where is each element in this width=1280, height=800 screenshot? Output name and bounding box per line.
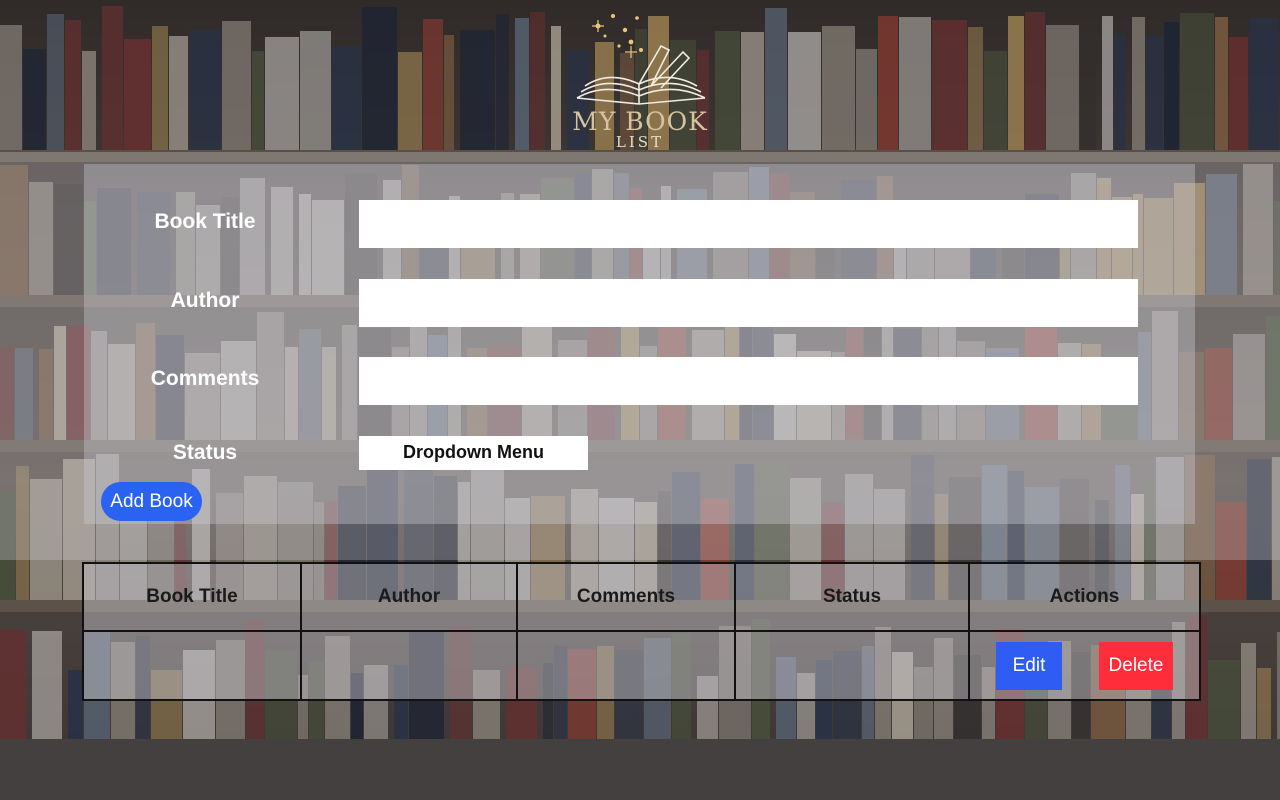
footer-bar — [0, 739, 1280, 800]
table-header-row: Book Title Author Comments Status Action… — [82, 562, 1201, 632]
status-dropdown[interactable]: Dropdown Menu — [359, 436, 588, 470]
book-title-input[interactable] — [359, 200, 1138, 248]
table-row: Edit Delete — [82, 630, 1201, 701]
author-label: Author — [170, 289, 240, 312]
cell-comments — [516, 630, 736, 701]
logo-title: MY BOOK — [572, 107, 708, 136]
comments-input[interactable] — [359, 357, 1138, 405]
cell-author — [300, 630, 518, 701]
status-label: Status — [172, 441, 238, 464]
comments-label: Comments — [150, 367, 260, 390]
column-header-author: Author — [300, 562, 518, 632]
open-book-icon — [576, 14, 706, 105]
logo-subtitle: LIST — [615, 133, 665, 151]
column-header-comments: Comments — [516, 562, 736, 632]
cell-status — [734, 630, 970, 701]
edit-button[interactable]: Edit — [996, 642, 1062, 690]
app-logo: MY BOOK LIST — [560, 6, 720, 154]
column-header-actions: Actions — [968, 562, 1201, 632]
book-table: Book Title Author Comments Status Action… — [82, 562, 1201, 701]
add-book-button[interactable]: Add Book — [101, 482, 202, 521]
author-input[interactable] — [359, 279, 1138, 327]
column-header-book-title: Book Title — [82, 562, 302, 632]
cell-actions: Edit Delete — [968, 630, 1201, 701]
book-title-label: Book Title — [154, 210, 256, 233]
column-header-status: Status — [734, 562, 970, 632]
cell-book-title — [82, 630, 302, 701]
delete-button[interactable]: Delete — [1099, 642, 1173, 690]
